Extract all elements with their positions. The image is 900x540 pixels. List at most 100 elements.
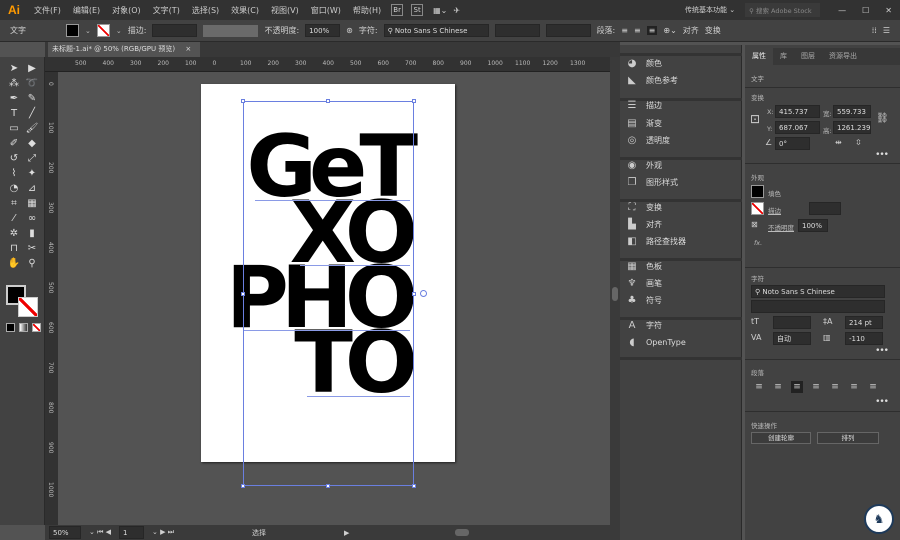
artboard-tool-icon[interactable]: ⊓ [6,241,22,256]
justify-left-icon[interactable]: ≡ [810,381,822,393]
arrange-button[interactable]: 排列 [817,432,879,444]
document-tab[interactable]: 未标题-1.ai* @ 50% (RGB/GPU 预览) × [48,42,200,57]
create-outlines-button[interactable]: 创建轮廓 [751,432,811,444]
stroke-weight-field[interactable] [152,24,198,37]
pen-tool-icon[interactable]: ✒ [6,91,22,106]
shape-builder-icon[interactable]: ◔ [6,181,22,196]
tab-asset-export[interactable]: 资源导出 [822,48,864,65]
resize-handle[interactable] [241,292,245,296]
stock-button[interactable]: St [411,4,424,16]
menu-help[interactable]: 帮助(H) [347,5,387,16]
rotate-tool-icon[interactable]: ↺ [6,151,22,166]
none-mode-icon[interactable] [32,323,41,332]
flip-horizontal-icon[interactable]: ⇹ [835,138,842,147]
stroke-swatch[interactable] [96,24,110,37]
globe-icon[interactable]: ⊕⌄ [663,26,676,35]
panel-align[interactable]: ▙ 对齐 [626,219,662,230]
stroke-weight-field[interactable] [809,202,841,215]
panel-gradient[interactable]: ▤ 渐变 [626,118,662,129]
fill-swatch[interactable] [751,185,764,198]
more-options-icon[interactable]: ••• [875,346,889,356]
perspective-grid-icon[interactable]: ⊿ [24,181,40,196]
panel-transform[interactable]: ⛶ 变换 [626,202,663,213]
horizontal-scrollbar[interactable] [455,529,469,536]
x-field[interactable]: 415.737 [775,105,820,118]
resize-handle[interactable] [326,99,330,103]
isolate-icon[interactable]: ⁞⁞ [872,26,877,35]
paintbrush-icon[interactable]: 🖌 [24,121,40,136]
angle-field[interactable]: 0° [775,137,810,150]
transform-panel-link[interactable]: 变换 [705,25,721,36]
curvature-icon[interactable]: ✎ [24,91,40,106]
workspace-switcher[interactable]: 传统基本功能 ⌄ [685,5,735,15]
reference-point-icon[interactable]: ⊡ [750,112,760,126]
font-family-field[interactable]: ⚲ Noto Sans S Chinese [383,24,489,37]
stroke-color-swatch[interactable] [18,297,38,317]
more-options-icon[interactable]: ••• [875,150,889,160]
symbol-sprayer-icon[interactable]: ✲ [6,226,22,241]
line-tool-icon[interactable]: ╱ [24,106,40,121]
menu-select[interactable]: 选择(S) [186,5,225,16]
magic-wand-icon[interactable]: ⁂ [6,76,22,91]
panel-stroke[interactable]: ☰ 描边 [626,100,662,111]
align-panel-link[interactable]: 对齐 [683,25,699,36]
bridge-button[interactable]: Br [391,4,404,16]
menu-effect[interactable]: 效果(C) [225,5,265,16]
panel-transparency[interactable]: ◎ 透明度 [626,135,670,146]
panel-swatches[interactable]: ▦ 色板 [626,261,662,272]
tab-libraries[interactable]: 库 [773,48,794,65]
blend-tool-icon[interactable]: ∞ [24,211,40,226]
menu-object[interactable]: 对象(O) [106,5,147,16]
font-size-field[interactable] [545,24,591,37]
panel-character[interactable]: A 字符 [626,320,662,331]
gpu-icon[interactable]: ✈ [453,6,460,15]
fill-swatch[interactable] [66,24,79,37]
type-tool-icon[interactable]: T [6,106,22,121]
align-center-icon[interactable]: ≡ [772,381,784,393]
character-label[interactable]: 字符: [359,25,378,36]
chevron-down-icon[interactable]: ⌄ [85,27,91,35]
stroke-label[interactable]: 描边 [768,205,781,215]
constrain-proportions-icon[interactable]: ⛓ [876,113,889,124]
panel-pathfinder[interactable]: ◧ 路径查找器 [626,236,686,247]
close-tab-icon[interactable]: × [185,45,191,53]
menu-edit[interactable]: 编辑(E) [67,5,106,16]
artboard-number-field[interactable]: 1 [119,526,144,539]
lasso-icon[interactable]: ➰ [24,76,40,91]
align-center-icon[interactable]: ≡ [634,26,641,35]
align-left-icon[interactable]: ≡ [621,26,628,35]
color-mode-icon[interactable] [6,323,15,332]
kerning-field[interactable]: 自动 [773,332,811,345]
panel-appearance[interactable]: ◉ 外观 [626,160,662,171]
mesh-tool-icon[interactable]: ⌗ [6,196,22,211]
puppet-warp-icon[interactable]: ✦ [24,166,40,181]
selection-bounding-box[interactable] [241,99,427,488]
tab-properties[interactable]: 属性 [745,48,773,65]
leading-field[interactable]: 214 pt [845,316,883,329]
justify-center-icon[interactable]: ≡ [829,381,841,393]
resize-handle[interactable] [412,484,416,488]
justify-all-icon[interactable]: ≡ [867,381,879,393]
font-style-field[interactable] [494,24,540,37]
arrange-documents-icon[interactable]: ▦⌄ [433,6,447,15]
align-left-icon[interactable]: ≡ [753,381,765,393]
slice-tool-icon[interactable]: ✂ [24,241,40,256]
y-field[interactable]: 687.067 [775,121,820,134]
gradient-tool-icon[interactable]: ▦ [24,196,40,211]
menu-type[interactable]: 文字(T) [147,5,186,16]
next-artboard-icon[interactable]: ⌄ ▶ ⏭ [152,528,174,537]
close-button[interactable]: ✕ [885,6,892,15]
zoom-field[interactable]: 50% [49,526,81,539]
justify-right-icon[interactable]: ≡ [848,381,860,393]
variable-width-profile[interactable] [203,24,259,37]
align-right-icon[interactable]: ≡ [646,26,658,35]
opacity-field[interactable]: 100% [305,24,341,37]
menu-window[interactable]: 窗口(W) [305,5,347,16]
stroke-swatch[interactable] [751,202,764,215]
resize-handle[interactable] [241,484,245,488]
font-size-field[interactable] [773,316,811,329]
prev-artboard-icon[interactable]: ⌄ ⏮ ◀ [89,528,111,537]
panel-opentype[interactable]: ◖ OpenType [626,337,685,348]
warp-tool-icon[interactable]: ⌇ [6,166,22,181]
opacity-label[interactable]: 不透明度 [768,222,794,232]
